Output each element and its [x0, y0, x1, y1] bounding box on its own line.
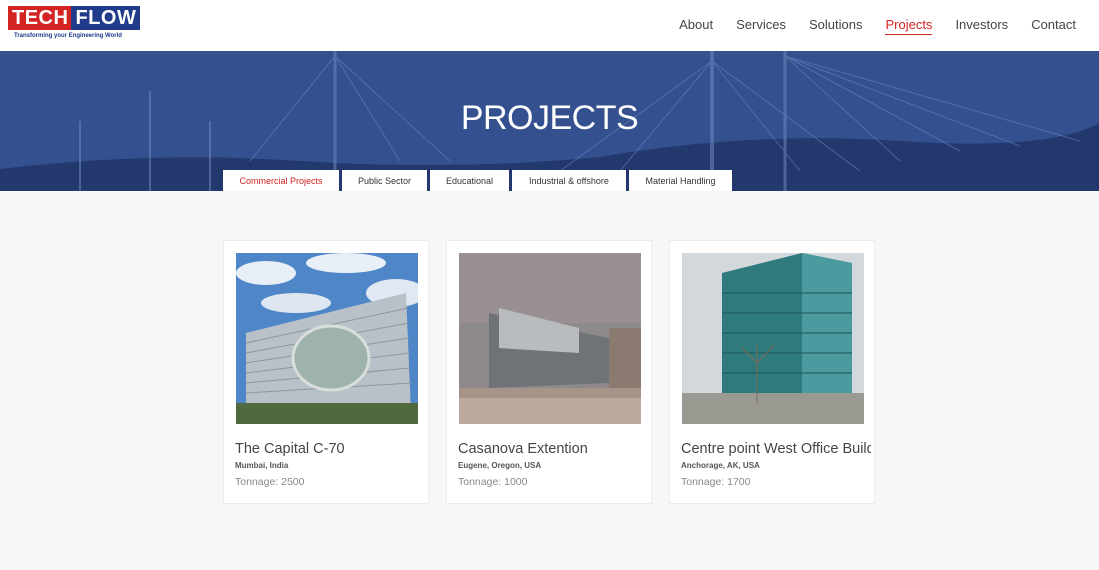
- project-location: Eugene, Oregon, USA: [458, 461, 542, 470]
- tab-public-sector[interactable]: Public Sector: [342, 170, 427, 191]
- tab-educational[interactable]: Educational: [430, 170, 509, 191]
- nav-item-projects[interactable]: Projects: [885, 17, 933, 35]
- project-tonnage: Tonnage: 2500: [235, 476, 305, 488]
- nav-item-contact[interactable]: Contact: [1031, 17, 1076, 34]
- site-header: TECH FLOW Transforming your Engineering …: [0, 0, 1099, 51]
- project-card[interactable]: The Capital C-70 Mumbai, India Tonnage: …: [223, 240, 429, 504]
- nav-item-investors[interactable]: Investors: [955, 17, 1008, 34]
- tab-commercial-projects[interactable]: Commercial Projects: [223, 170, 339, 191]
- project-tonnage: Tonnage: 1700: [681, 476, 751, 488]
- nav-item-services[interactable]: Services: [736, 17, 786, 34]
- project-image[interactable]: [459, 253, 641, 424]
- logo-text-tech: TECH: [8, 6, 72, 30]
- main-nav: About Services Solutions Projects Invest…: [679, 0, 1099, 51]
- project-title[interactable]: Casanova Extention: [458, 441, 648, 457]
- project-card[interactable]: Centre point West Office Building Anchor…: [669, 240, 875, 504]
- logo-text-flow: FLOW: [71, 6, 141, 30]
- logo-tagline: Transforming your Engineering World: [14, 33, 122, 39]
- project-category-tabs: Commercial Projects Public Sector Educat…: [223, 170, 735, 191]
- project-tonnage: Tonnage: 1000: [458, 476, 528, 488]
- project-card[interactable]: Casanova Extention Eugene, Oregon, USA T…: [446, 240, 652, 504]
- nav-item-solutions[interactable]: Solutions: [809, 17, 862, 34]
- project-image[interactable]: [682, 253, 864, 424]
- nav-item-about[interactable]: About: [679, 17, 713, 34]
- tab-material-handling[interactable]: Material Handling: [629, 170, 732, 191]
- techflow-logo[interactable]: TECH FLOW Transforming your Engineering …: [8, 6, 141, 42]
- project-title[interactable]: Centre point West Office Building: [681, 441, 871, 457]
- project-location: Anchorage, AK, USA: [681, 461, 760, 470]
- tab-industrial-offshore[interactable]: Industrial & offshore: [512, 170, 626, 191]
- project-title[interactable]: The Capital C-70: [235, 441, 425, 457]
- page-title: PROJECTS: [460, 99, 639, 137]
- project-image[interactable]: [236, 253, 418, 424]
- project-location: Mumbai, India: [235, 461, 289, 470]
